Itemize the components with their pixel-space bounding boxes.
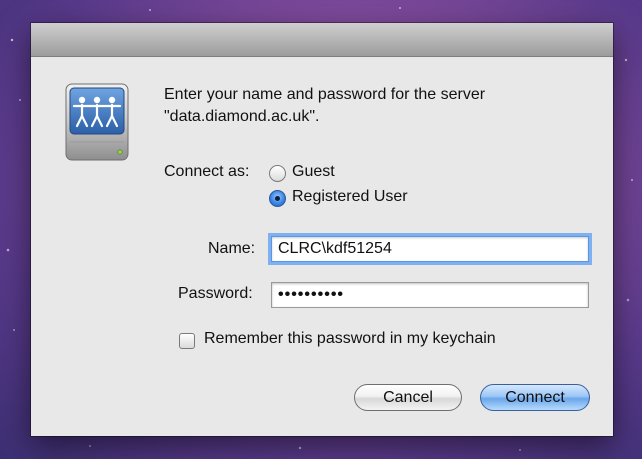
server-name: "data.diamond.ac.uk". bbox=[164, 108, 320, 125]
password-label: Password: bbox=[178, 285, 253, 302]
connect-button[interactable]: Connect bbox=[480, 384, 590, 411]
guest-radio[interactable] bbox=[269, 165, 286, 182]
registered-user-radio-label[interactable]: Registered User bbox=[292, 188, 408, 206]
remember-password-checkbox[interactable] bbox=[179, 333, 195, 349]
dialog-content: Enter your name and password for the ser… bbox=[31, 57, 613, 436]
connect-as-label: Connect as: bbox=[164, 163, 250, 180]
remember-password-label[interactable]: Remember this password in my keychain bbox=[204, 330, 496, 348]
connect-to-server-dialog: Enter your name and password for the ser… bbox=[31, 23, 613, 436]
registered-user-radio[interactable] bbox=[269, 190, 286, 207]
dialog-prompt: Enter your name and password for the ser… bbox=[164, 84, 584, 128]
network-server-icon bbox=[60, 80, 134, 166]
prompt-line: Enter your name and password for the ser… bbox=[164, 86, 486, 103]
name-label: Name: bbox=[208, 240, 256, 257]
dialog-titlebar[interactable] bbox=[31, 23, 613, 57]
name-field[interactable]: CLRC\kdf51254 bbox=[271, 236, 589, 262]
cancel-button[interactable]: Cancel bbox=[354, 384, 462, 411]
guest-radio-label[interactable]: Guest bbox=[292, 163, 335, 181]
password-field[interactable]: •••••••••• bbox=[271, 282, 589, 308]
